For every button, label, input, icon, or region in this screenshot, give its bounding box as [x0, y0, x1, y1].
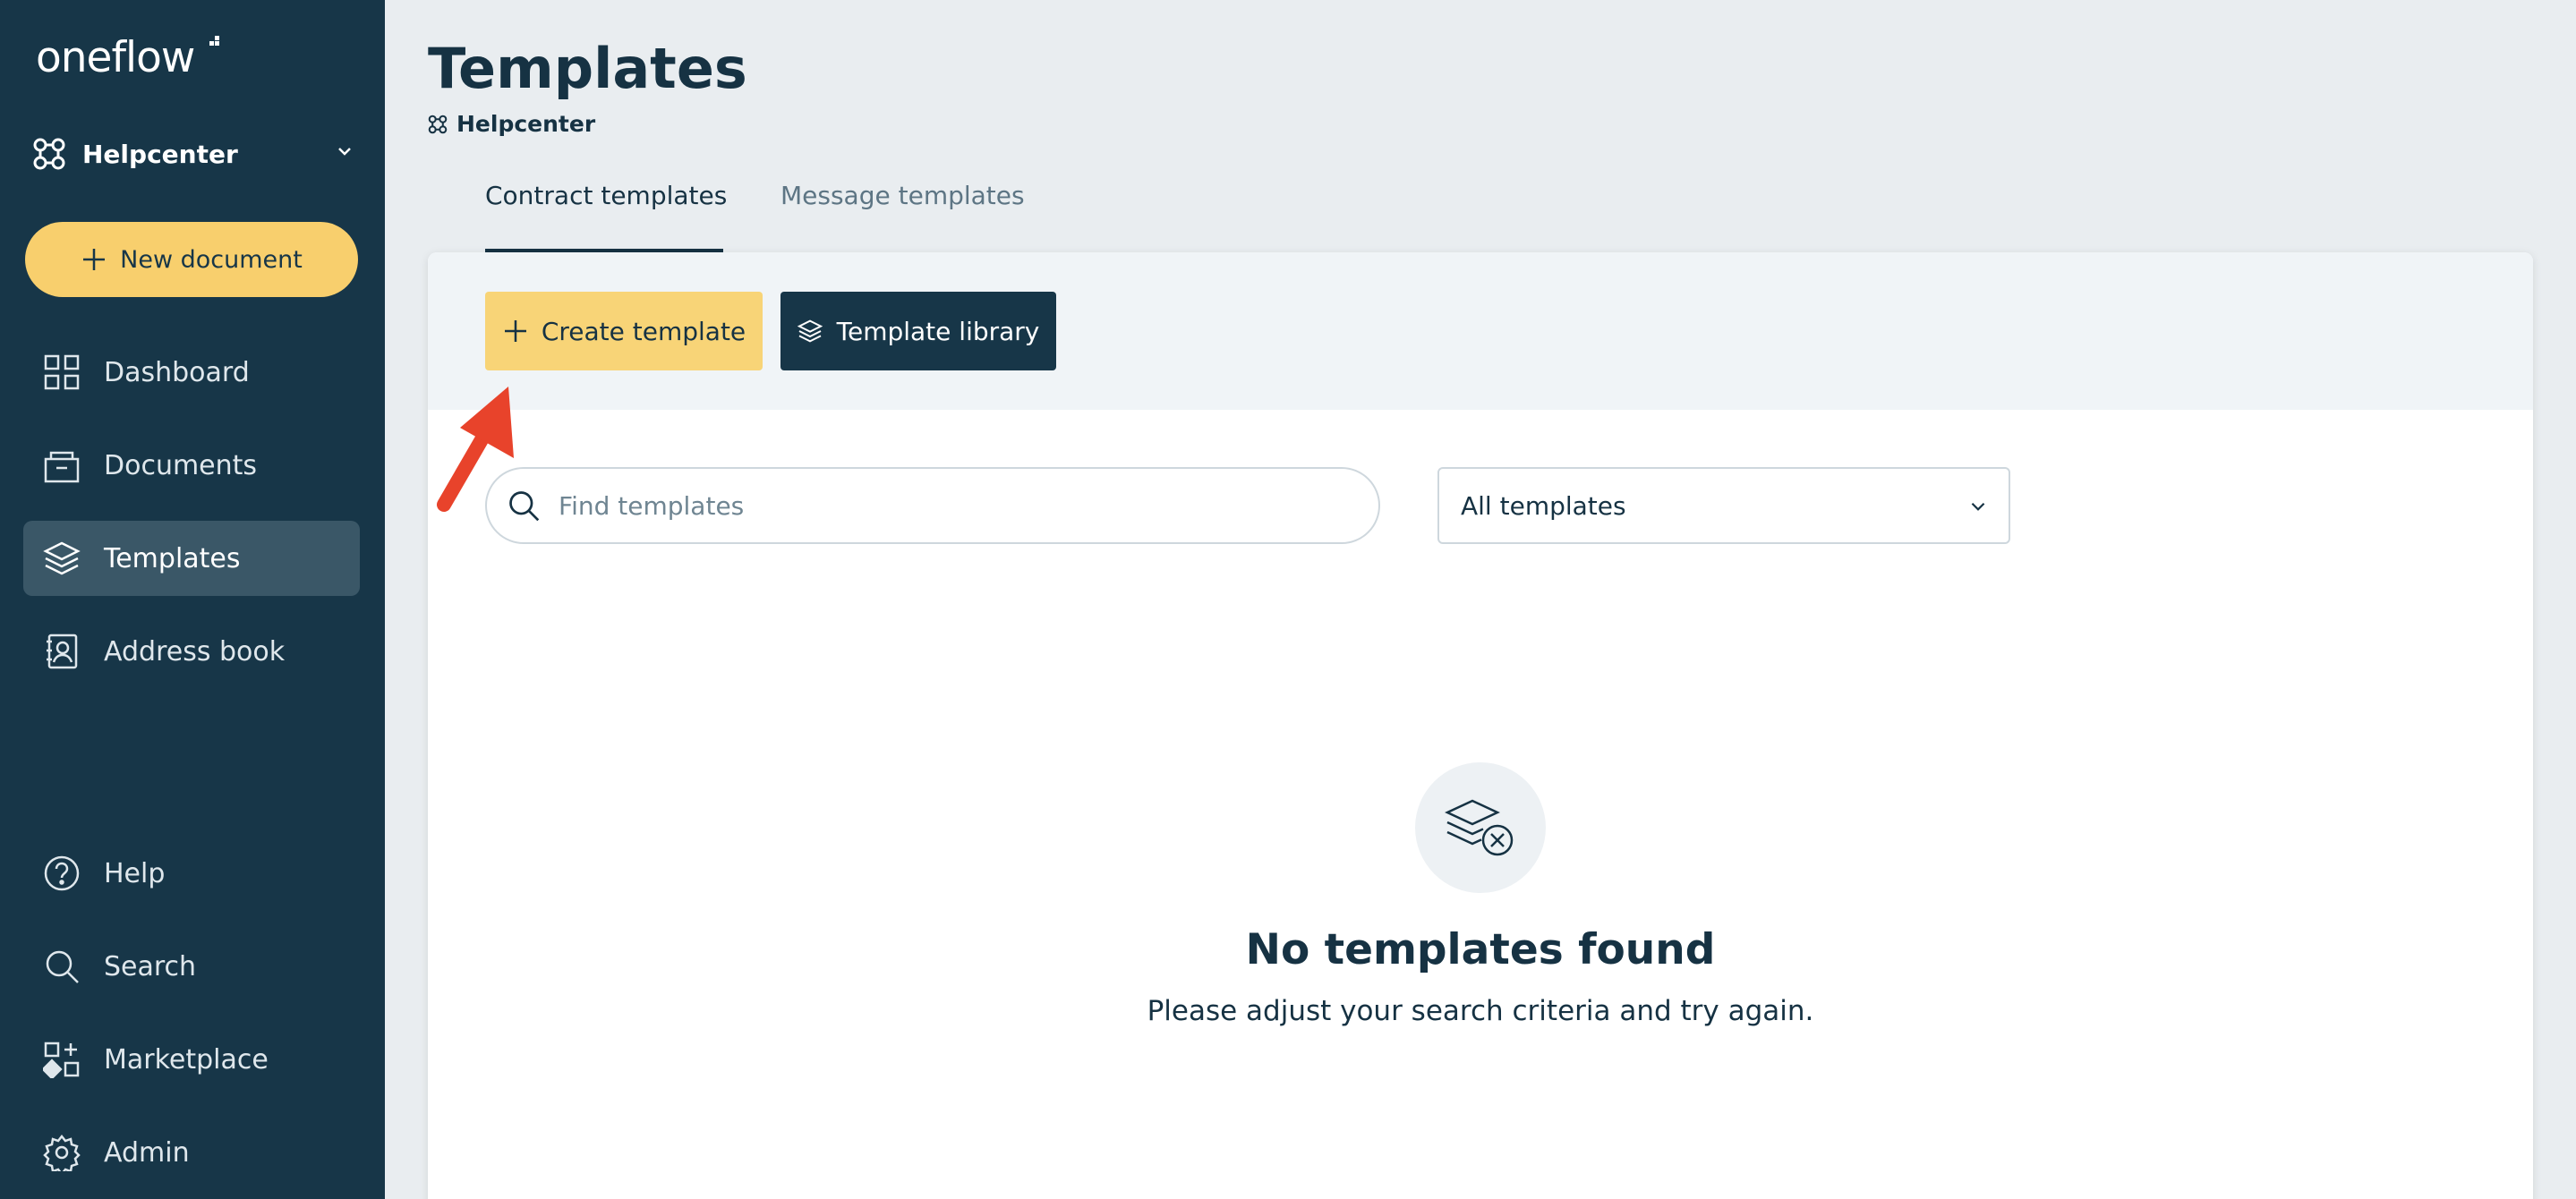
template-library-button[interactable]: Template library [780, 292, 1056, 370]
breadcrumb[interactable]: Helpcenter [428, 111, 595, 137]
marketplace-icon [43, 1042, 80, 1078]
workspace-switcher[interactable]: Helpcenter [32, 132, 354, 175]
sidebar: oneflow Helpcenter New document Dashboar… [0, 0, 385, 1199]
sidebar-item-documents[interactable]: Documents [23, 428, 360, 503]
plus-icon [504, 320, 526, 342]
template-library-label: Template library [836, 316, 1040, 346]
dashboard-icon [44, 354, 80, 390]
workspace-icon [33, 138, 65, 170]
logo-text: oneflow [36, 33, 195, 82]
logo-dots-icon [209, 36, 219, 46]
sidebar-item-label: Dashboard [104, 356, 250, 388]
workspace-name: Helpcenter [82, 139, 238, 169]
chevron-down-icon [1971, 502, 1985, 511]
templates-toolbar: Create template Template library [428, 252, 2533, 410]
plus-icon [83, 249, 106, 270]
empty-state-title: No templates found [1245, 925, 1716, 974]
tab-contract-templates[interactable]: Contract templates [485, 170, 727, 252]
gear-icon [43, 1134, 81, 1171]
sidebar-item-label: Admin [104, 1136, 190, 1169]
templates-card: Create template Template library All tem… [428, 252, 2533, 1199]
sidebar-item-search[interactable]: Search [23, 929, 360, 1004]
create-template-button[interactable]: Create template [485, 292, 763, 370]
sidebar-item-label: Help [104, 857, 166, 889]
new-document-label: New document [120, 245, 303, 274]
select-value: All templates [1461, 490, 1626, 521]
sidebar-item-help[interactable]: Help [23, 836, 360, 911]
template-filter-select[interactable]: All templates [1437, 467, 2010, 544]
help-icon [44, 855, 80, 891]
sidebar-item-templates[interactable]: Templates [23, 521, 360, 596]
documents-icon [44, 451, 80, 483]
sidebar-item-dashboard[interactable]: Dashboard [23, 335, 360, 410]
oneflow-logo[interactable]: oneflow [36, 33, 219, 82]
address-book-icon [47, 634, 78, 669]
sidebar-item-address-book[interactable]: Address book [23, 614, 360, 689]
templates-icon [797, 319, 823, 343]
page-title: Templates [428, 36, 747, 101]
new-document-button[interactable]: New document [25, 222, 358, 297]
breadcrumb-label: Helpcenter [456, 111, 596, 137]
workspace-icon [428, 115, 448, 133]
chevron-down-icon [338, 148, 351, 156]
empty-state-icon [1415, 762, 1546, 893]
templates-icon [43, 541, 81, 575]
sidebar-item-marketplace[interactable]: Marketplace [23, 1022, 360, 1097]
create-template-label: Create template [541, 316, 746, 346]
empty-state-subtitle: Please adjust your search criteria and t… [1147, 995, 1814, 1027]
sidebar-item-admin[interactable]: Admin [23, 1115, 360, 1190]
sidebar-item-label: Address book [104, 635, 286, 668]
sidebar-item-label: Search [104, 950, 197, 982]
search-icon [46, 950, 79, 983]
sidebar-item-label: Marketplace [104, 1043, 269, 1076]
sidebar-item-label: Templates [104, 542, 241, 574]
no-templates-icon [1445, 799, 1514, 856]
search-input[interactable] [559, 490, 1346, 521]
sidebar-item-label: Documents [104, 449, 258, 481]
search-field[interactable] [485, 467, 1380, 544]
tab-message-templates[interactable]: Message templates [780, 170, 1025, 252]
annotation-arrow-icon [437, 387, 514, 512]
